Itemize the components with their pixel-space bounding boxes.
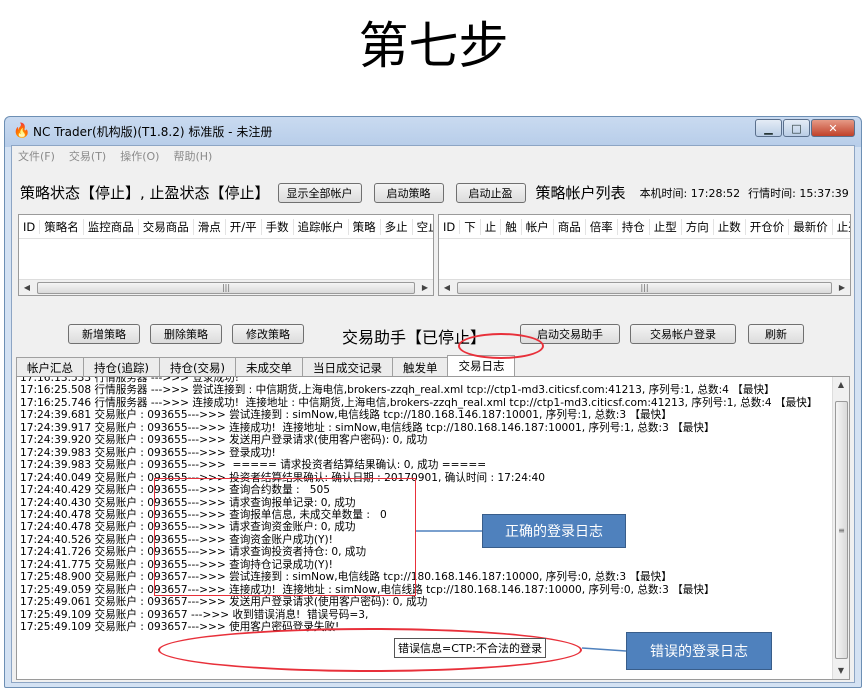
callout-connectors (416, 530, 627, 652)
connector-line (581, 647, 627, 652)
